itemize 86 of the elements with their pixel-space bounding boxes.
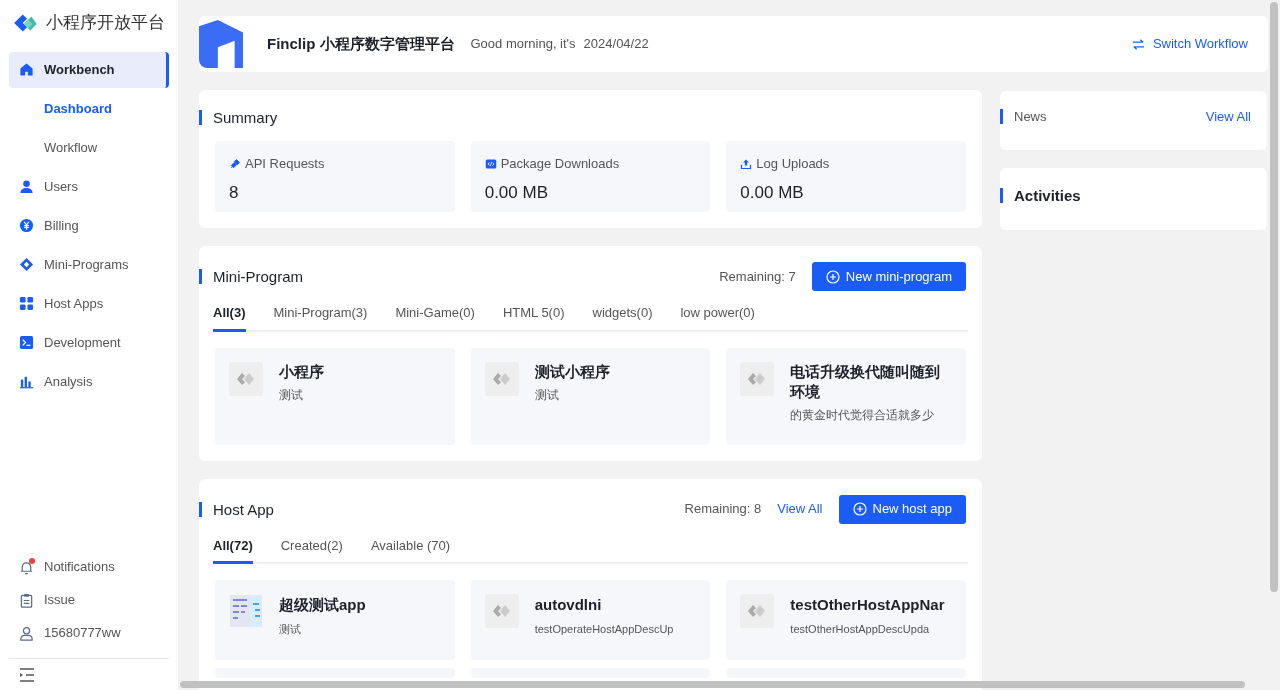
sidebar-item[interactable]: 15680777ww <box>9 616 169 650</box>
section-title: News <box>1000 109 1047 125</box>
stat-value: 0.00 MB <box>484 181 549 204</box>
filter-tab[interactable]: HTML 5(0) <box>502 299 565 332</box>
switch-workflow-link[interactable]: Switch Workflow <box>1131 34 1248 54</box>
logo-title: 小程序开放平台 <box>46 12 165 34</box>
app-description: 测试 <box>534 386 560 404</box>
grid-icon <box>19 296 34 311</box>
view-all-link[interactable]: View All <box>777 499 823 519</box>
app-description: testOperateHostAppDescUp <box>534 621 674 637</box>
stat-value: 0.00 MB <box>740 181 805 204</box>
section-title: Summary <box>199 110 982 125</box>
sidebar-item[interactable]: Workbench <box>9 51 169 88</box>
app-placeholder-icon <box>740 594 775 628</box>
stat-label: Package Downloads <box>500 155 620 173</box>
diamond-icon <box>19 257 34 272</box>
new-mini-program-button[interactable]: New mini-program <box>811 262 966 291</box>
home-icon <box>19 62 34 77</box>
app-placeholder-icon <box>484 594 519 628</box>
app-description: testOtherHostAppDescUpda <box>790 621 931 637</box>
sidebar-item[interactable]: Notifications <box>9 550 169 584</box>
collapse-menu-icon[interactable] <box>17 667 35 684</box>
app-name: 小程序 <box>279 361 324 382</box>
app-card[interactable]: autovdlni testOperateHostAppDescUp <box>470 580 711 660</box>
code-icon <box>484 157 497 170</box>
app-description: 测试 <box>279 386 304 404</box>
sidebar-subitem[interactable]: Workflow <box>9 129 169 166</box>
sidebar-item[interactable]: Analysis <box>9 363 169 400</box>
bell-icon <box>19 559 34 575</box>
bar-chart-icon <box>19 374 34 389</box>
plus-circle-icon <box>852 502 867 516</box>
filter-tab[interactable]: widgets(0) <box>592 299 653 332</box>
sidebar-item[interactable]: Users <box>9 168 169 205</box>
app-card[interactable]: 电话升级换代随叫随到环境 的黄金时代觉得合适就多少 <box>726 347 966 445</box>
swap-icon <box>1131 37 1145 51</box>
section-title: Mini-Program <box>199 269 303 284</box>
app-name: 电话升级换代随叫随到环境 <box>790 361 942 402</box>
section-title: Activities <box>1000 188 1267 203</box>
app-description: 测试 <box>279 621 302 637</box>
filter-tab[interactable]: Available (70) <box>370 531 451 564</box>
app-name: 测试小程序 <box>534 361 610 382</box>
new-host-app-button[interactable]: New host app <box>838 494 966 524</box>
plug-icon <box>229 157 241 170</box>
app-card[interactable]: 小程序 测试 <box>215 347 455 445</box>
app-card[interactable]: testOtherHostAppNar testOtherHostAppDescUpda <box>726 580 966 660</box>
app-placeholder-icon <box>484 361 519 396</box>
filter-tab[interactable]: low power(0) <box>680 299 755 332</box>
page-title: Finclip 小程序数字管理平台 <box>267 33 455 54</box>
vertical-scrollbar[interactable] <box>1270 2 1278 592</box>
date-text: 2024/04/22 <box>583 35 649 54</box>
app-placeholder-icon <box>740 361 775 396</box>
sidebar-item[interactable]: Mini-Programs <box>9 246 169 283</box>
filter-tab[interactable]: All(72) <box>213 531 253 564</box>
filter-tab[interactable]: All(3) <box>213 299 246 332</box>
stat-label: Log Uploads <box>756 155 830 173</box>
app-thumbnail <box>229 594 263 628</box>
view-all-link[interactable]: View All <box>1205 107 1251 127</box>
stat-label: API Requests <box>245 155 325 173</box>
plus-circle-icon <box>825 269 840 284</box>
sidebar-item[interactable]: Development <box>9 324 169 361</box>
section-title: Host App <box>199 501 274 517</box>
app-name: testOtherHostAppNar <box>790 595 945 615</box>
user-icon <box>19 625 34 641</box>
remaining-count: Remaining: 8 <box>684 500 762 519</box>
yen-coin-icon <box>19 218 34 233</box>
filter-tab[interactable]: Mini-Program(3) <box>273 299 368 332</box>
sidebar-item[interactable]: Host Apps <box>9 285 169 322</box>
sidebar-item[interactable]: Billing <box>9 207 169 244</box>
filter-tab[interactable]: Mini-Game(0) <box>395 299 475 332</box>
sidebar-item[interactable]: Issue <box>9 583 169 617</box>
app-card[interactable]: 测试小程序 测试 <box>470 347 711 445</box>
filter-tab[interactable]: Created(2) <box>280 531 343 564</box>
app-description: 的黄金时代觉得合适就多少 <box>790 407 936 424</box>
app-name: 超级测试app <box>279 595 366 615</box>
greeting-text: Good morning, it's <box>470 35 576 54</box>
upload-icon <box>740 157 753 170</box>
app-card[interactable]: 超级测试app 测试 <box>215 580 455 660</box>
sidebar-subitem[interactable]: Dashboard <box>9 90 169 127</box>
clipboard-icon <box>19 592 34 608</box>
terminal-icon <box>19 335 34 350</box>
app-placeholder-icon <box>229 361 263 396</box>
horizontal-scrollbar[interactable] <box>180 681 1245 688</box>
app-name: autovdlni <box>534 595 603 615</box>
stat-value: 8 <box>229 181 240 204</box>
remaining-count: Remaining: 7 <box>719 267 796 286</box>
person-icon <box>19 179 34 194</box>
